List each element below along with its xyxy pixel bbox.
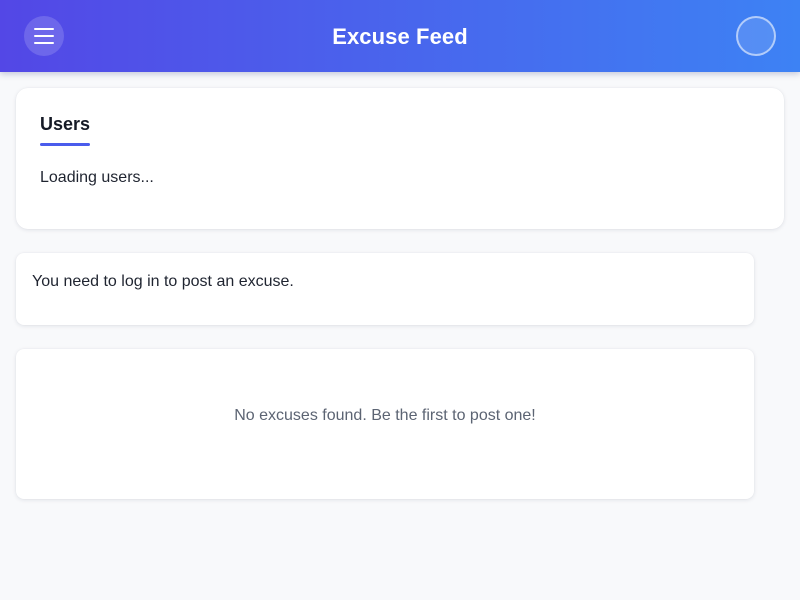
menu-button[interactable] [24, 16, 64, 56]
post-excuse-panel: You need to log in to post an excuse. [16, 253, 754, 325]
users-panel: Users Loading users... [16, 88, 784, 229]
users-heading-underline [40, 143, 90, 146]
excuse-feed: No excuses found. Be the first to post o… [16, 349, 754, 499]
login-required-message: You need to log in to post an excuse. [32, 273, 294, 290]
hamburger-menu-icon [34, 28, 54, 44]
app-header: Excuse Feed [0, 0, 800, 72]
users-heading: Users [40, 114, 91, 134]
avatar[interactable] [736, 16, 776, 56]
users-loading-status: Loading users... [40, 169, 154, 186]
page-title: Excuse Feed [332, 24, 468, 49]
empty-feed-message: No excuses found. Be the first to post o… [234, 407, 536, 424]
